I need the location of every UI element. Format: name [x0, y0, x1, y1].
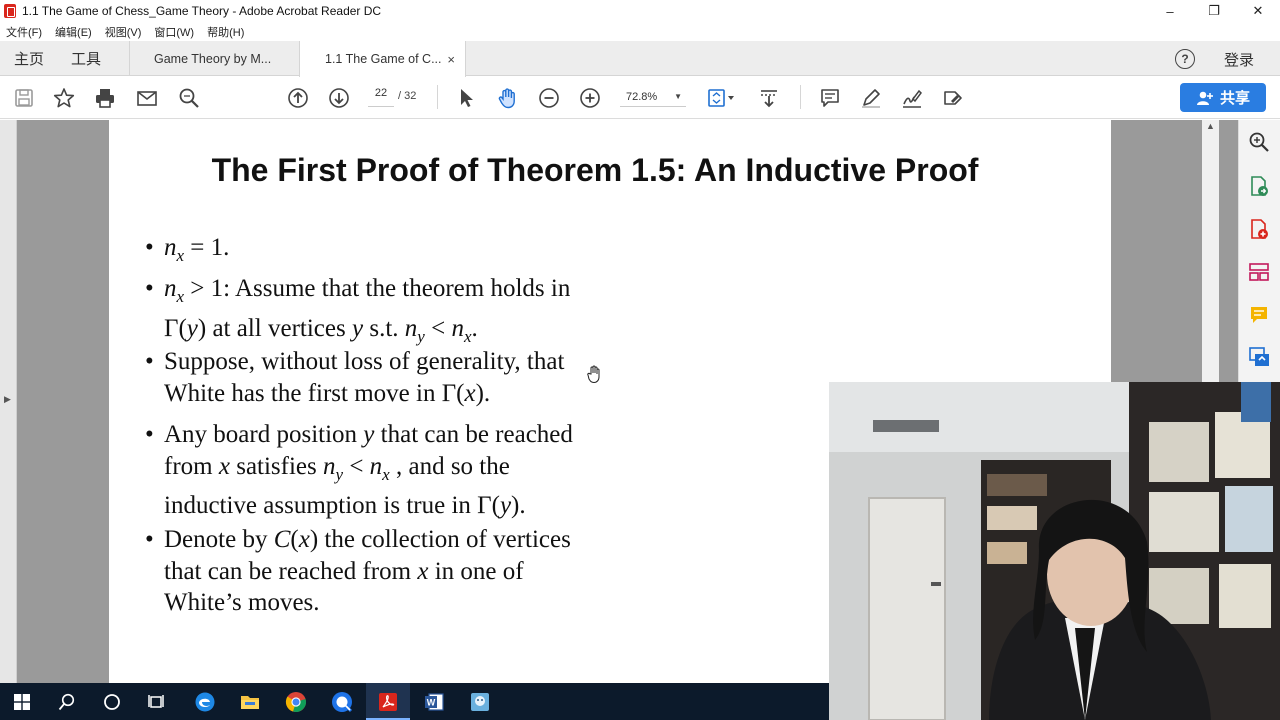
zoom-select[interactable]: 72.8% ▼ [620, 87, 686, 107]
menu-view[interactable]: 视图(V) [105, 24, 142, 40]
create-pdf-icon[interactable] [1248, 218, 1270, 240]
zoom-value: 72.8% [626, 90, 658, 103]
save-icon[interactable] [12, 86, 36, 110]
svg-text:W: W [427, 697, 436, 707]
arrow-up-circle-icon[interactable] [286, 86, 310, 110]
highlight-pen-icon[interactable] [859, 86, 883, 110]
chevron-down-icon: ▼ [674, 92, 682, 101]
share-button[interactable]: 共享 [1180, 83, 1266, 112]
chrome-icon[interactable] [274, 683, 318, 720]
help-icon[interactable]: ? [1175, 49, 1195, 69]
bullet-symbol: • [145, 526, 154, 553]
organize-pages-icon[interactable] [1248, 261, 1270, 283]
word-icon[interactable]: W [412, 683, 456, 720]
bullet-symbol: • [145, 421, 154, 448]
tab-close-icon[interactable]: × [447, 52, 455, 67]
expand-left-pane-icon[interactable]: ▶ [4, 394, 11, 405]
search-icon[interactable] [177, 86, 201, 110]
edge-browser-icon[interactable] [183, 683, 227, 720]
edit-tag-icon[interactable] [941, 86, 965, 110]
menu-edit[interactable]: 编辑(E) [55, 24, 92, 40]
arrow-down-circle-icon[interactable] [327, 86, 351, 110]
zoom-search-icon[interactable] [1248, 131, 1270, 153]
webcam-video [829, 382, 1280, 720]
acrobat-app-icon [4, 4, 16, 18]
zoom-out-icon[interactable] [537, 86, 561, 110]
bullet-text: Suppose, without loss of generality, tha… [164, 348, 565, 407]
doc-tab-label: 1.1 The Game of C... [325, 52, 442, 66]
window-title: 1.1 The Game of Chess_Game Theory - Adob… [22, 4, 382, 18]
menu-help[interactable]: 帮助(H) [207, 24, 244, 40]
star-icon[interactable] [52, 86, 76, 110]
file-explorer-icon[interactable] [228, 683, 272, 720]
acrobat-taskbar-icon[interactable] [366, 683, 410, 720]
toolbar-divider [800, 85, 801, 109]
browser-app-icon[interactable] [320, 683, 364, 720]
share-label: 共享 [1219, 90, 1250, 107]
tab-tools[interactable]: 工具 [71, 41, 101, 76]
scroll-mode-icon[interactable] [757, 86, 781, 110]
zoom-in-icon[interactable] [578, 86, 602, 110]
doc-tab-label: Game Theory by M... [154, 51, 272, 66]
page-number-input[interactable]: 22 [368, 87, 394, 107]
title-bar: 1.1 The Game of Chess_Game Theory - Adob… [0, 0, 1280, 22]
page-total: / 32 [398, 90, 417, 102]
sign-icon[interactable] [900, 86, 924, 110]
windows-start-icon[interactable] [0, 683, 44, 720]
hand-icon[interactable] [496, 86, 520, 110]
login-link[interactable]: 登录 [1224, 49, 1254, 70]
comment-icon[interactable] [818, 86, 842, 110]
slide-title: The First Proof of Theorem 1.5: An Induc… [211, 152, 979, 188]
taskbar-search-icon[interactable] [45, 683, 89, 720]
printer-icon[interactable] [93, 86, 117, 110]
image-app-icon[interactable] [458, 683, 502, 720]
restore-button[interactable]: ❐ [1192, 0, 1236, 22]
bullet-text: nx = 1. [164, 234, 230, 265]
export-pdf-icon[interactable] [1248, 175, 1270, 197]
minimize-button[interactable]: – [1148, 0, 1192, 22]
fit-page-icon[interactable] [706, 86, 738, 110]
cursor-icon[interactable] [454, 86, 478, 110]
menu-window[interactable]: 窗口(W) [154, 24, 194, 40]
menu-file[interactable]: 文件(F) [6, 24, 42, 40]
task-view-icon[interactable] [135, 683, 179, 720]
send-for-review-icon[interactable] [1248, 346, 1270, 368]
scroll-up-icon[interactable]: ▲ [1206, 121, 1215, 131]
mail-icon[interactable] [135, 86, 159, 110]
toolbar-divider [437, 85, 438, 109]
comment-tool-icon[interactable] [1248, 304, 1270, 326]
tab-bar: 主页 工具 Game Theory by M... 1.1 The Game o… [0, 41, 1280, 77]
doc-tab-game-theory[interactable]: Game Theory by M... [129, 41, 299, 76]
tab-home[interactable]: 主页 [14, 41, 44, 76]
bullet-text: Any board position y that can be reached… [164, 421, 573, 519]
bullet-symbol: • [145, 348, 154, 375]
doc-tab-game-of-chess[interactable]: 1.1 The Game of C... × [299, 41, 466, 77]
hand-cursor-icon [587, 365, 600, 384]
menu-bar: 文件(F) 编辑(E) 视图(V) 窗口(W) 帮助(H) [0, 22, 1280, 41]
bullet-symbol: • [145, 234, 154, 261]
bullet-text: nx > 1: Assume that the theorem holds in… [164, 275, 571, 346]
add-user-icon [1196, 91, 1213, 105]
presenter-video-frame [829, 382, 1280, 720]
close-window-button[interactable]: ✕ [1236, 0, 1280, 22]
cortana-icon[interactable] [90, 683, 134, 720]
bullet-text: Denote by C(x) the collection of vertice… [164, 526, 571, 616]
bullet-symbol: • [145, 275, 154, 302]
